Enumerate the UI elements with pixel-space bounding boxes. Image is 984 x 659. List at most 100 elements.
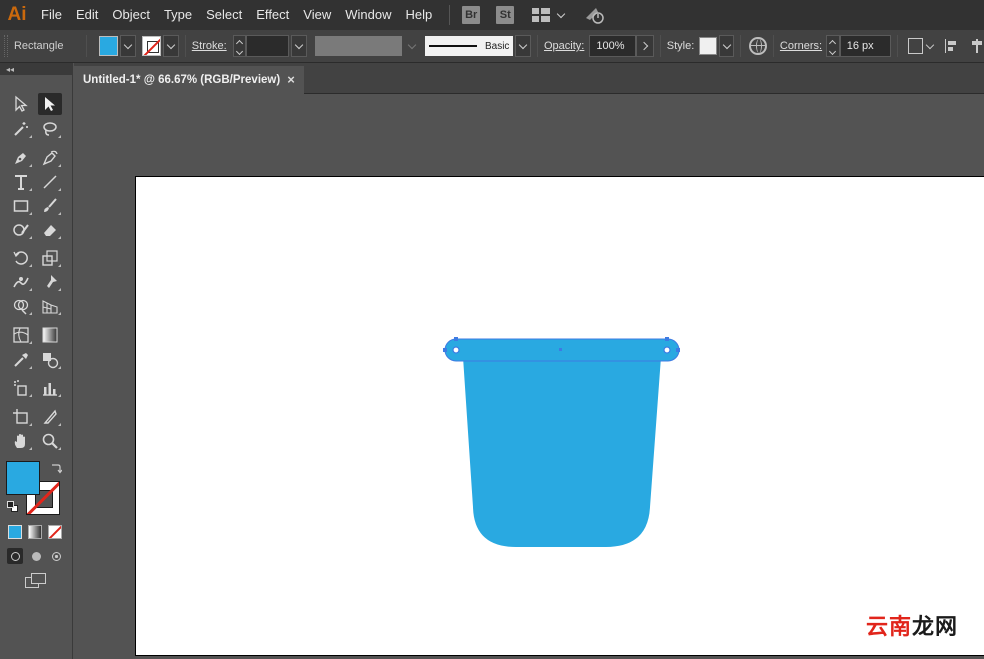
menu-view[interactable]: View (296, 0, 338, 30)
corners-label[interactable]: Corners: (780, 40, 822, 52)
gradient-tool-icon[interactable] (38, 324, 62, 346)
artboard-tool-icon[interactable] (9, 406, 33, 428)
chevron-down-icon[interactable] (925, 40, 935, 49)
opacity-label[interactable]: Opacity: (544, 40, 584, 52)
tool-name-label: Rectangle (13, 40, 64, 52)
artboard[interactable]: 云南龙网 (135, 176, 984, 656)
draw-normal-icon[interactable] (7, 548, 23, 564)
menu-help[interactable]: Help (398, 0, 439, 30)
menu-file[interactable]: File (34, 0, 69, 30)
shape-builder-tool-icon[interactable] (9, 295, 33, 317)
close-icon[interactable]: × (284, 72, 298, 87)
live-corner-widget-left[interactable] (452, 346, 460, 354)
screen-mode-icon[interactable] (25, 573, 47, 589)
color-mode-button[interactable] (8, 525, 22, 539)
warp-tool-icon[interactable] (9, 271, 33, 293)
panel-grip[interactable] (4, 35, 8, 57)
type-tool-icon[interactable] (9, 171, 33, 193)
curvature-tool-icon[interactable] (38, 147, 62, 169)
magic-wand-tool-icon[interactable] (9, 118, 33, 140)
menu-edit[interactable]: Edit (69, 0, 105, 30)
swap-fill-stroke-icon[interactable] (50, 462, 63, 474)
gpu-performance-icon[interactable] (584, 6, 606, 24)
brush-dropdown[interactable] (515, 35, 531, 57)
draw-behind-icon[interactable] (28, 548, 44, 564)
brush-definition[interactable]: Basic (425, 36, 514, 56)
artwork-canvas (443, 337, 680, 547)
shaper-tool-icon[interactable] (9, 219, 33, 241)
zoom-tool-icon[interactable] (38, 430, 62, 452)
divider (740, 35, 742, 57)
style-dropdown[interactable] (718, 35, 735, 57)
paintbrush-tool-icon[interactable] (38, 195, 62, 217)
opacity-slider-button[interactable] (636, 35, 654, 57)
pen-tool-icon[interactable] (9, 147, 33, 169)
live-corner-widget-right[interactable] (663, 346, 671, 354)
document-tab[interactable]: Untitled-1* @ 66.67% (RGB/Preview) × (74, 66, 304, 94)
cup-body-shape[interactable] (463, 357, 661, 547)
menu-object[interactable]: Object (105, 0, 157, 30)
menu-effect[interactable]: Effect (249, 0, 296, 30)
scale-tool-icon[interactable] (38, 247, 62, 269)
pasteboard[interactable]: 云南龙网 (74, 94, 984, 659)
stock-button[interactable]: St (496, 6, 515, 24)
bridge-button[interactable]: Br (462, 6, 481, 24)
recolor-artwork-icon[interactable] (749, 37, 767, 55)
fill-box[interactable] (6, 461, 40, 495)
workspace-layout-icon[interactable] (532, 8, 551, 22)
anchor-point[interactable] (454, 337, 458, 341)
align-left-icon[interactable] (944, 39, 959, 53)
lasso-tool-icon[interactable] (38, 118, 62, 140)
stroke-weight-stepper[interactable] (232, 35, 247, 57)
toolbar-collapse-icon[interactable]: ◂◂ (0, 63, 72, 75)
opacity-field[interactable]: 100% (589, 35, 637, 57)
rectangle-tool-icon[interactable] (9, 195, 33, 217)
stroke-weight-field[interactable] (246, 35, 290, 57)
fill-color-swatch[interactable] (98, 36, 119, 56)
selection-tool-icon[interactable] (9, 93, 33, 115)
default-fill-stroke-icon[interactable] (7, 501, 19, 513)
menu-bar: Ai File Edit Object Type Select Effect V… (0, 0, 984, 30)
fill-dropdown-button[interactable] (120, 35, 136, 57)
column-graph-tool-icon[interactable] (38, 377, 62, 399)
menu-select[interactable]: Select (199, 0, 249, 30)
transform-options-icon[interactable] (907, 38, 924, 54)
stroke-weight-dropdown[interactable] (291, 35, 307, 57)
chevron-down-icon (407, 40, 416, 49)
menu-window[interactable]: Window (338, 0, 398, 30)
stroke-color-swatch[interactable] (141, 36, 162, 56)
puppet-warp-tool-icon[interactable] (38, 271, 62, 293)
slice-tool-icon[interactable] (38, 406, 62, 428)
stroke-dropdown-button[interactable] (163, 35, 179, 57)
eraser-tool-icon[interactable] (38, 219, 62, 241)
eyedropper-tool-icon[interactable] (9, 349, 33, 371)
anchor-point[interactable] (665, 337, 669, 341)
stroke-label[interactable]: Stroke: (192, 40, 227, 52)
menu-type[interactable]: Type (157, 0, 199, 30)
blend-tool-icon[interactable] (38, 349, 62, 371)
hand-tool-icon[interactable] (9, 430, 33, 452)
corners-stepper[interactable] (826, 35, 840, 57)
anchor-point[interactable] (443, 348, 447, 352)
divider (536, 35, 538, 57)
rotate-tool-icon[interactable] (9, 247, 33, 269)
align-center-icon[interactable] (970, 39, 984, 53)
draw-inside-icon[interactable] (48, 548, 64, 564)
direct-selection-tool-icon[interactable] (38, 93, 62, 115)
chevron-down-icon[interactable] (556, 9, 566, 18)
chevron-down-icon (166, 40, 176, 49)
mesh-tool-icon[interactable] (9, 324, 33, 346)
tools-panel: ◂◂ (0, 63, 73, 659)
profile-dropdown[interactable] (402, 40, 421, 49)
perspective-grid-tool-icon[interactable] (38, 295, 62, 317)
none-mode-button[interactable] (48, 525, 62, 539)
symbol-sprayer-tool-icon[interactable] (9, 377, 33, 399)
line-segment-tool-icon[interactable] (38, 171, 62, 193)
document-tab-title: Untitled-1* @ 66.67% (RGB/Preview) (83, 74, 281, 86)
corners-field[interactable]: 16 px (839, 35, 891, 57)
anchor-point[interactable] (676, 348, 680, 352)
variable-width-profile[interactable] (314, 36, 403, 56)
graphic-style-swatch[interactable] (699, 37, 717, 55)
divider (896, 35, 898, 57)
gradient-mode-button[interactable] (28, 525, 42, 539)
